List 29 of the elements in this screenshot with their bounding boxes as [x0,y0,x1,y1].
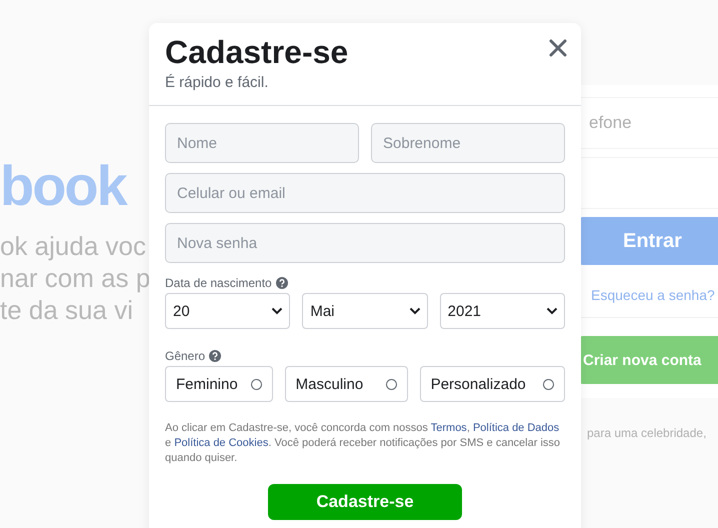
dialog-subtitle: É rápido e fácil. [165,73,270,93]
close-icon[interactable] [549,39,567,57]
gender-option[interactable]: Personalizado [420,366,565,402]
tagline-text: ok ajuda voc [0,230,147,262]
help-icon[interactable] [209,350,222,362]
logo-text: book [0,153,128,219]
footer-text: para uma celebridade, [586,425,708,440]
birth-select[interactable]: 20 [165,293,290,329]
gender-label: Gênero [165,349,206,363]
terms-text: Ao clicar em Cadastre-se, você concorda com nossos Termos, Política de Dados e Política de Cookies. Você poderá receber notificações por SMS e cancelar isso quando quiser. [165,421,562,466]
policy-link[interactable]: Política de Cookies [174,437,268,449]
birth-select[interactable]: 2021 [440,293,565,329]
name-field[interactable]: Sobrenome [371,123,565,163]
name-field[interactable]: Nome [165,123,359,163]
help-icon[interactable] [276,277,288,289]
policy-link[interactable]: Termos [430,422,467,434]
policy-link[interactable]: Política de Dados [472,422,560,434]
chevron-down-icon [546,307,558,315]
gender-option[interactable]: Masculino [284,366,408,402]
birth-date-label: Data de nascimento [165,276,272,290]
birth-select[interactable]: Mai [302,293,428,329]
new-password-field[interactable]: Nova senha [165,223,565,263]
tagline-text: nar com as p [0,262,150,294]
tagline-text: te da sua vi [0,294,134,326]
chevron-down-icon [408,307,421,315]
dialog-title: Cadastre-se [165,33,348,71]
chevron-down-icon [271,307,284,315]
contact-field[interactable]: Celular ou email [165,173,565,213]
gender-option[interactable]: Feminino [165,366,273,402]
